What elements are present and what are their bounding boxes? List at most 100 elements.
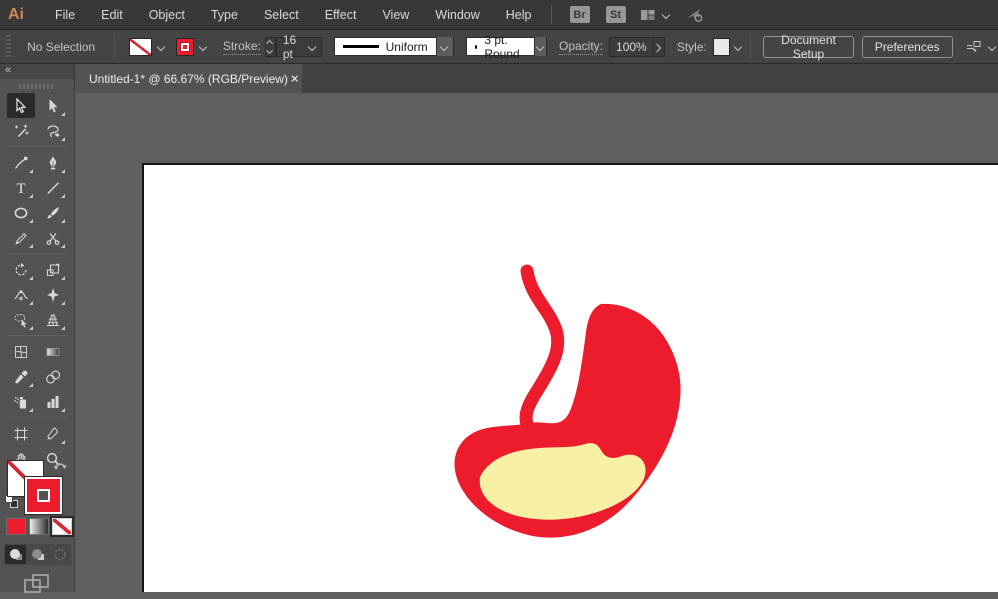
brush-definition-select[interactable]: 3 pt. Round	[466, 37, 547, 56]
document-tab[interactable]: Untitled-1* @ 66.67% (RGB/Preview) ×	[75, 64, 302, 93]
tab-close-icon[interactable]: ×	[288, 70, 302, 87]
controlbar-divider-2	[750, 36, 751, 58]
fill-color-chevron-icon[interactable]	[157, 43, 166, 51]
document-setup-button[interactable]: Document Setup	[763, 36, 854, 58]
gradient-button[interactable]	[29, 518, 49, 535]
color-button[interactable]	[6, 518, 26, 535]
pen-tool[interactable]	[39, 150, 67, 175]
curvature-tool[interactable]	[7, 150, 35, 175]
menu-select[interactable]: Select	[251, 0, 312, 30]
mesh-tool[interactable]	[7, 339, 35, 364]
graphic-style-chevron-icon[interactable]	[734, 43, 741, 51]
opacity-input[interactable]: 100%	[609, 37, 654, 57]
blend-tool[interactable]	[39, 364, 67, 389]
app-logo: Ai	[8, 6, 24, 24]
selection-status: No Selection	[27, 40, 95, 54]
tools-panel-collapse[interactable]: «	[0, 64, 74, 79]
badge-st[interactable]: St	[606, 6, 626, 23]
align-to-selection-icon[interactable]	[965, 39, 982, 55]
paint-mode-row	[6, 518, 72, 535]
gpu-performance-icon[interactable]	[685, 7, 705, 23]
menu-object[interactable]: Object	[136, 0, 198, 30]
stroke-weight-chevron-icon	[308, 43, 315, 51]
magic-wand-tool[interactable]	[7, 118, 35, 143]
menu-help[interactable]: Help	[493, 0, 545, 30]
svg-text:T: T	[17, 181, 26, 196]
brush-chevron-icon[interactable]	[534, 37, 546, 56]
menu-bar: Ai FileEditObjectTypeSelectEffectViewWin…	[0, 0, 998, 30]
draw-inside-icon[interactable]	[49, 545, 70, 564]
ellipse-tool[interactable]	[7, 200, 35, 225]
menu-items: FileEditObjectTypeSelectEffectViewWindow…	[42, 0, 545, 30]
preferences-button[interactable]: Preferences	[862, 36, 953, 58]
drawing-modes-row	[4, 544, 71, 565]
scissors-tool[interactable]	[39, 225, 67, 250]
badge-br[interactable]: Br	[570, 6, 590, 23]
variable-width-profile-value: Uniform	[386, 40, 428, 54]
swap-fill-stroke-icon[interactable]	[52, 459, 68, 478]
brush-definition-value: 3 pt. Round	[484, 33, 525, 61]
draw-normal-icon[interactable]	[5, 545, 26, 564]
tool-group-divider	[8, 253, 66, 254]
stroke-weight-select[interactable]: 16 pt	[276, 37, 322, 57]
symbol-sprayer-tool[interactable]	[7, 389, 35, 414]
align-options-chevron-icon[interactable]	[988, 43, 995, 51]
stroke-color-swatch[interactable]	[176, 38, 194, 56]
graphic-style-swatch[interactable]	[713, 38, 730, 56]
gradient-tool[interactable]	[39, 339, 67, 364]
artboard-tool[interactable]	[7, 421, 35, 446]
controlbar-grip-handle[interactable]	[6, 35, 11, 59]
default-fill-stroke-icon[interactable]	[4, 495, 20, 510]
workspace-chevron-icon[interactable]	[662, 11, 671, 19]
menubar-divider	[551, 6, 552, 24]
menu-file[interactable]: File	[42, 0, 88, 30]
brush-preview-dot	[475, 45, 478, 49]
tools-panel-grip-handle[interactable]	[19, 84, 55, 89]
tool-group-divider	[8, 335, 66, 336]
illustrator-window: Ai FileEditObjectTypeSelectEffectViewWin…	[0, 0, 998, 592]
fill-color-swatch[interactable]	[129, 38, 152, 56]
opacity-label[interactable]: Opacity:	[559, 39, 603, 55]
stroke-profile-preview	[343, 45, 379, 48]
stroke-weight-stepper[interactable]	[265, 37, 276, 57]
menu-edit[interactable]: Edit	[88, 0, 136, 30]
esophagus-shape[interactable]	[526, 271, 558, 424]
menu-type[interactable]: Type	[198, 0, 251, 30]
workspace-switcher-icon[interactable]	[640, 8, 656, 22]
pencil-tool[interactable]	[7, 225, 35, 250]
width-tool[interactable]	[7, 282, 35, 307]
document-tab-title: Untitled-1* @ 66.67% (RGB/Preview)	[89, 72, 288, 86]
draw-behind-icon[interactable]	[27, 545, 48, 564]
lasso-tool[interactable]	[39, 118, 67, 143]
direct-selection-tool[interactable]	[39, 93, 67, 118]
document-area: Untitled-1* @ 66.67% (RGB/Preview) ×	[75, 64, 998, 592]
rotate-tool[interactable]	[7, 257, 35, 282]
shape-builder-tool[interactable]	[7, 307, 35, 332]
document-tab-bar: Untitled-1* @ 66.67% (RGB/Preview) ×	[75, 64, 998, 93]
tool-group-divider	[8, 146, 66, 147]
paintbrush-tool[interactable]	[39, 200, 67, 225]
type-tool[interactable]: T	[7, 175, 35, 200]
opacity-arrow-icon[interactable]	[654, 37, 665, 57]
stroke-proxy-swatch[interactable]	[25, 477, 62, 514]
column-graph-tool[interactable]	[39, 389, 67, 414]
canvas-pasteboard[interactable]	[75, 93, 998, 592]
selection-tool[interactable]	[7, 93, 35, 118]
slice-tool[interactable]	[39, 421, 67, 446]
menu-window[interactable]: Window	[422, 0, 492, 30]
scale-tool[interactable]	[39, 257, 67, 282]
menu-view[interactable]: View	[369, 0, 422, 30]
eyedropper-tool[interactable]	[7, 364, 35, 389]
perspective-grid-tool[interactable]	[39, 307, 67, 332]
screen-mode-icon[interactable]	[24, 574, 50, 599]
variable-width-chevron-icon[interactable]	[436, 37, 453, 56]
line-segment-tool[interactable]	[39, 175, 67, 200]
controlbar-divider	[114, 36, 115, 58]
control-bar: No Selection Stroke: 16 pt Uniform 3 pt.…	[0, 30, 998, 64]
stroke-color-chevron-icon[interactable]	[199, 43, 208, 51]
stroke-label[interactable]: Stroke:	[223, 39, 261, 55]
variable-width-profile-select[interactable]: Uniform	[334, 37, 454, 56]
puppet-warp-tool[interactable]	[39, 282, 67, 307]
none-button[interactable]	[52, 518, 72, 535]
menu-effect[interactable]: Effect	[312, 0, 370, 30]
